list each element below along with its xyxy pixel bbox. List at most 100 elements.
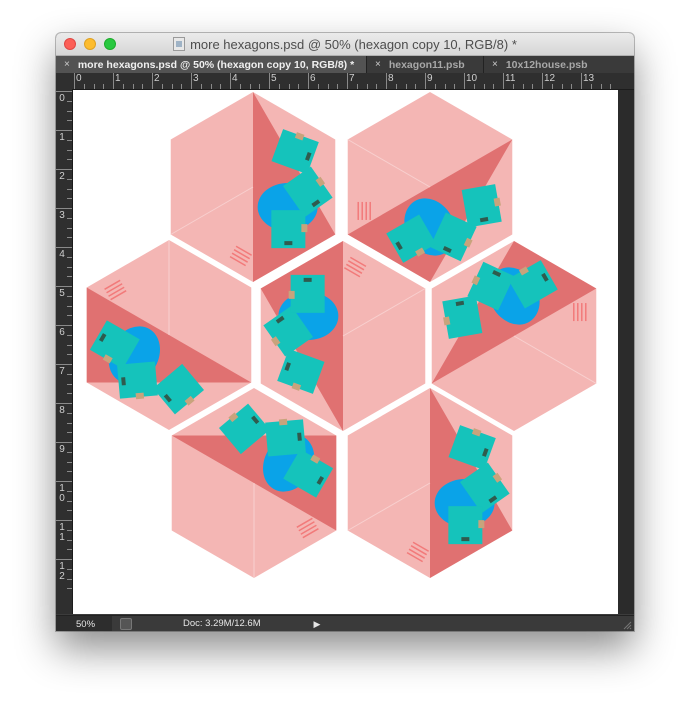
document-canvas[interactable] [73,90,634,614]
ruler-tick [191,73,192,89]
ruler-tick [56,364,72,365]
ruler-minor-tick [561,84,563,89]
ruler-minor-tick [67,568,72,570]
hexagon-artwork [86,92,597,578]
ruler-minor-tick [161,84,163,89]
quick-export-icon[interactable] [120,618,132,630]
ruler-minor-tick [600,84,602,89]
tab-more-hexagons[interactable]: × more hexagons.psd @ 50% (hexagon copy … [56,56,367,73]
ruler-minor-tick [259,84,261,89]
ruler-minor-tick [434,84,436,89]
ruler-minor-tick [327,84,329,89]
status-menu-arrow-icon[interactable]: ▶ [310,616,324,631]
title-bar[interactable]: more hexagons.psd @ 50% (hexagon copy 10… [56,33,634,56]
ruler-minor-tick [493,84,495,89]
tab-close-icon[interactable]: × [492,59,498,70]
ruler-number: 11 [505,73,516,84]
ruler-minor-tick [67,159,72,161]
ruler-minor-tick [132,84,134,89]
ruler-number: 10 [466,73,478,84]
ruler-number: 0 [59,93,65,104]
vertical-ruler[interactable]: 0 1 2 3 4 5 6 7 8 9 1 0 1 1 1 2 [56,89,73,614]
ruler-origin[interactable] [56,73,72,89]
ruler-minor-tick [67,451,72,453]
ruler-number: 3 [193,73,199,84]
ruler-number: 1 1 [59,522,65,543]
ruler-tick [56,247,72,248]
ruler-minor-tick [317,84,319,89]
tab-hexagon11[interactable]: × hexagon11.psb [367,56,484,73]
ruler-minor-tick [67,266,72,268]
ruler-minor-tick [220,84,222,89]
ruler-minor-tick [288,84,290,89]
ruler-minor-tick [83,84,85,89]
ruler-tick [152,73,153,89]
resize-grip-icon[interactable] [622,620,632,630]
ruler-minor-tick [67,237,72,239]
zoom-level-field[interactable]: 50% [56,616,112,631]
ruler-number: 2 [154,73,160,84]
ruler-minor-tick [67,539,72,541]
ruler-number: 0 [76,73,82,84]
chair-mark [301,224,308,233]
ruler-minor-tick [67,373,72,375]
ruler-minor-tick [551,84,553,89]
ruler-tick [503,73,504,89]
ruler-minor-tick [67,393,72,395]
ruler-minor-tick [67,588,72,590]
ruler-number: 6 [59,327,65,338]
ruler-minor-tick [142,84,144,89]
tile-dark-mark [297,432,302,441]
ruler-minor-tick [67,578,72,580]
ruler-number: 6 [310,73,316,84]
document-window: more hexagons.psd @ 50% (hexagon copy 10… [56,33,634,631]
vertical-scrollbar[interactable] [618,90,634,614]
horizontal-ruler[interactable]: 0 1 2 3 4 5 6 7 8 9 10 11 12 13 [72,73,634,90]
ruler-minor-tick [103,84,105,89]
ruler-minor-tick [483,84,485,89]
ruler-minor-tick [67,198,72,200]
ruler-number: 5 [59,288,65,299]
status-bar: 50% Doc: 3.29M/12.6M ▶ [56,615,634,631]
ruler-minor-tick [473,84,475,89]
ruler-minor-tick [249,84,251,89]
ruler-tick [74,73,75,89]
tab-close-icon[interactable]: × [64,59,70,70]
ruler-number: 8 [59,405,65,416]
ruler-tick [308,73,309,89]
ruler-tick [56,559,72,560]
ruler-minor-tick [522,84,524,89]
tab-10x12house[interactable]: × 10x12house.psb [484,56,634,73]
ruler-tick [425,73,426,89]
ruler-minor-tick [93,84,95,89]
ruler-tick [347,73,348,89]
ruler-tick [464,73,465,89]
ruler-minor-tick [337,84,339,89]
ruler-minor-tick [67,149,72,151]
tile-dark-mark [284,241,293,246]
ruler-minor-tick [239,84,241,89]
ruler-minor-tick [67,295,72,297]
tab-close-icon[interactable]: × [375,59,381,70]
ruler-minor-tick [67,461,72,463]
ruler-number: 9 [427,73,433,84]
ruler-tick [386,73,387,89]
ruler-minor-tick [67,217,72,219]
chair-mark [135,392,145,400]
ruler-minor-tick [67,412,72,414]
ruler-minor-tick [67,383,72,385]
ruler-minor-tick [67,100,72,102]
ruler-number: 7 [349,73,355,84]
ruler-minor-tick [571,84,573,89]
ruler-minor-tick [67,276,72,278]
ruler-number: 2 [59,171,65,182]
tab-label: hexagon11.psb [388,58,465,71]
ruler-tick [581,73,582,89]
ruler-minor-tick [67,344,72,346]
ruler-tick [56,286,72,287]
ruler-number: 1 [59,132,65,143]
ruler-tick [56,91,72,92]
ruler-minor-tick [67,315,72,317]
zoom-value: 50% [76,618,96,630]
ruler-minor-tick [171,84,173,89]
